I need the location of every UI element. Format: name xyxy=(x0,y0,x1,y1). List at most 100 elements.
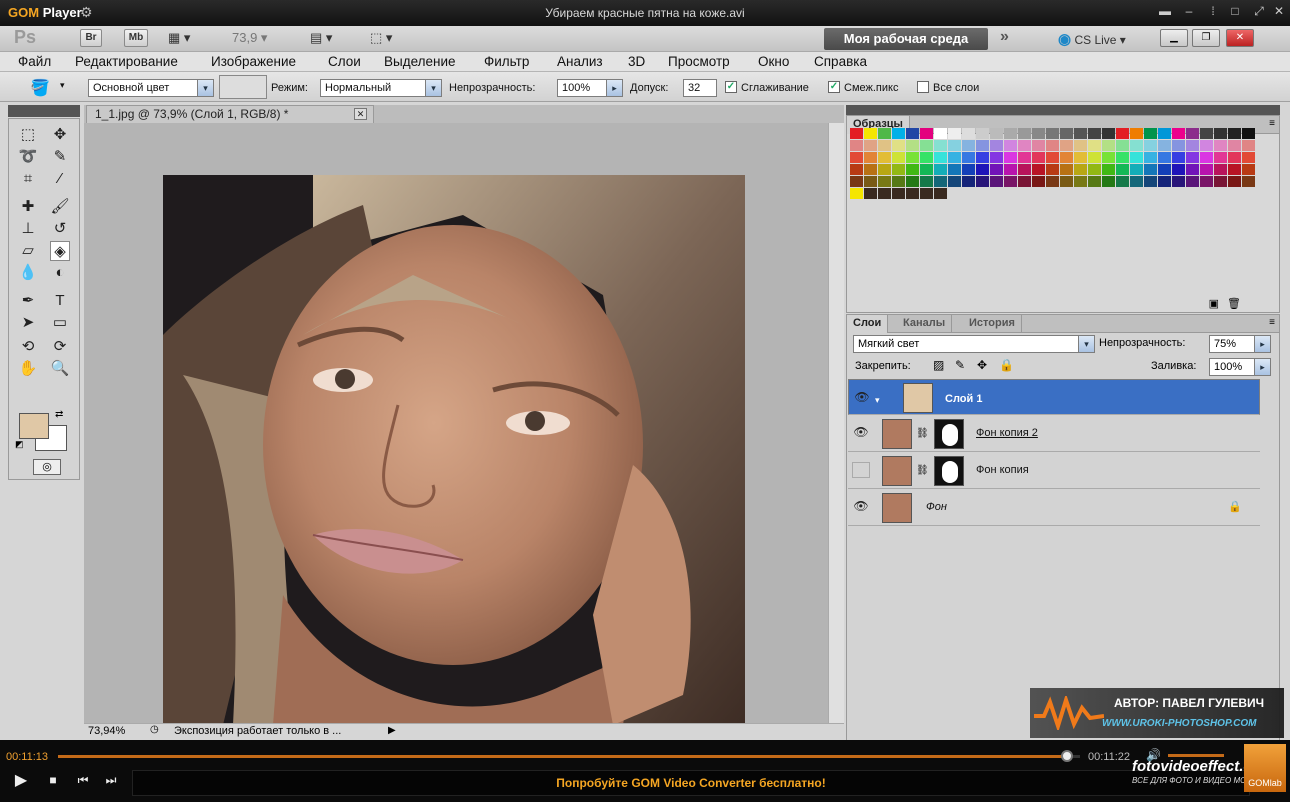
color-swatch[interactable] xyxy=(1046,152,1059,163)
color-swatch[interactable] xyxy=(948,164,961,175)
status-info-icon[interactable]: ◷ xyxy=(150,724,159,735)
lock-transparent-icon[interactable]: ▨ xyxy=(933,358,944,372)
color-swatch[interactable] xyxy=(1088,152,1101,163)
marquee-icon[interactable]: ⬚ xyxy=(18,125,38,145)
color-swatch[interactable] xyxy=(1158,152,1171,163)
tool-preset-chevron-icon[interactable]: ▾ xyxy=(60,80,65,91)
color-swatch[interactable] xyxy=(948,176,961,187)
tolerance-field[interactable]: 32 xyxy=(683,79,717,97)
color-swatch[interactable] xyxy=(1172,176,1185,187)
3d-rotate-icon[interactable]: ⟲ xyxy=(18,337,38,357)
color-swatch[interactable] xyxy=(1046,140,1059,151)
color-swatch[interactable] xyxy=(1144,176,1157,187)
color-swatch[interactable] xyxy=(1018,164,1031,175)
color-swatch[interactable] xyxy=(878,128,891,139)
color-swatch[interactable] xyxy=(864,140,877,151)
color-swatch[interactable] xyxy=(1018,140,1031,151)
history-brush-icon[interactable]: ↺ xyxy=(50,219,70,239)
color-swatch[interactable] xyxy=(1144,128,1157,139)
zoom-icon[interactable]: 🔍 xyxy=(50,359,70,379)
color-swatch[interactable] xyxy=(934,128,947,139)
color-swatch[interactable] xyxy=(1144,164,1157,175)
blur-icon[interactable]: 💧 xyxy=(18,263,38,283)
color-swatch[interactable] xyxy=(962,128,975,139)
color-swatch[interactable] xyxy=(1032,164,1045,175)
color-swatch[interactable] xyxy=(1032,128,1045,139)
foreground-color-swatch[interactable] xyxy=(19,413,49,439)
color-swatch[interactable] xyxy=(990,140,1003,151)
screen-mode-icon[interactable]: ⬚ ▾ xyxy=(370,30,392,46)
gomlab-button[interactable]: GOMlab xyxy=(1244,744,1286,792)
color-swatch[interactable] xyxy=(920,128,933,139)
color-swatch[interactable] xyxy=(878,176,891,187)
color-swatch[interactable] xyxy=(948,128,961,139)
color-swatch[interactable] xyxy=(934,152,947,163)
hand-icon[interactable]: ✋ xyxy=(18,359,38,379)
menu-edit[interactable]: Редактирование xyxy=(75,54,178,69)
ps-minimize-button[interactable]: ▁ xyxy=(1160,29,1188,47)
color-swatch[interactable] xyxy=(1088,128,1101,139)
color-swatch[interactable] xyxy=(850,140,863,151)
contiguous-checkbox[interactable]: ✓ xyxy=(828,81,840,93)
color-swatch[interactable] xyxy=(976,176,989,187)
color-swatch[interactable] xyxy=(1200,164,1213,175)
color-swatch[interactable] xyxy=(1130,152,1143,163)
color-swatch[interactable] xyxy=(864,128,877,139)
color-swatch[interactable] xyxy=(990,176,1003,187)
color-swatch[interactable] xyxy=(1228,128,1241,139)
document-tab[interactable]: 1_1.jpg @ 73,9% (Слой 1, RGB/8) * ✕ xyxy=(86,105,374,123)
pin-icon[interactable]: ▬ xyxy=(1154,4,1176,20)
layer-row[interactable]: 👁 ⛓ Фон копия 2 xyxy=(848,416,1260,452)
color-swatch[interactable] xyxy=(892,152,905,163)
color-swatch[interactable] xyxy=(1186,176,1199,187)
color-swatch[interactable] xyxy=(1102,164,1115,175)
color-swatch[interactable] xyxy=(962,176,975,187)
color-swatch[interactable] xyxy=(1074,128,1087,139)
color-swatch[interactable] xyxy=(1172,152,1185,163)
color-swatch[interactable] xyxy=(1004,128,1017,139)
all-layers-checkbox[interactable] xyxy=(917,81,929,93)
visibility-eye-icon[interactable]: 👁 xyxy=(853,389,871,405)
color-swatch[interactable] xyxy=(1214,164,1227,175)
dodge-icon[interactable]: ◐ xyxy=(50,263,70,283)
opacity-field[interactable]: 100% ▸ xyxy=(557,79,623,97)
color-swatch[interactable] xyxy=(1032,176,1045,187)
color-swatch[interactable] xyxy=(864,188,877,199)
color-swatch[interactable] xyxy=(892,128,905,139)
color-swatch[interactable] xyxy=(962,152,975,163)
volume-slider[interactable] xyxy=(1168,754,1224,757)
workspace-button[interactable]: Моя рабочая среда xyxy=(824,28,988,50)
color-swatch[interactable] xyxy=(906,188,919,199)
vertical-scrollbar[interactable] xyxy=(828,123,844,723)
lock-all-icon[interactable]: 🔒 xyxy=(999,358,1014,372)
color-swatch[interactable] xyxy=(906,152,919,163)
panel-dock-header[interactable] xyxy=(846,105,1280,115)
layer-row[interactable]: 👁 ▾ Слой 1 xyxy=(848,379,1260,415)
visibility-eye-icon[interactable]: 👁 xyxy=(852,499,870,515)
lock-pixels-icon[interactable]: ✎ xyxy=(955,358,965,372)
color-swatch[interactable] xyxy=(1032,140,1045,151)
color-swatch[interactable] xyxy=(892,188,905,199)
color-swatch[interactable] xyxy=(1242,164,1255,175)
paint-bucket-tool-icon[interactable]: ◈ xyxy=(50,241,70,261)
color-swatch[interactable] xyxy=(1074,176,1087,187)
color-swatch[interactable] xyxy=(1046,164,1059,175)
color-swatch[interactable] xyxy=(892,140,905,151)
zoom-status[interactable]: 73,94% xyxy=(88,725,125,737)
color-swatch[interactable] xyxy=(892,164,905,175)
panel-menu-icon[interactable]: ≡ xyxy=(1269,118,1275,129)
lock-position-icon[interactable]: ✥ xyxy=(977,358,987,372)
color-swatch[interactable] xyxy=(1102,176,1115,187)
color-swatch[interactable] xyxy=(1060,164,1073,175)
color-swatch[interactable] xyxy=(1158,128,1171,139)
color-swatch[interactable] xyxy=(1074,140,1087,151)
color-swatch[interactable] xyxy=(1116,176,1129,187)
color-swatch[interactable] xyxy=(1102,152,1115,163)
color-swatch[interactable] xyxy=(1004,152,1017,163)
color-swatch[interactable] xyxy=(1144,152,1157,163)
arrange-documents-icon[interactable]: ▤ ▾ xyxy=(310,30,332,46)
color-swatch[interactable] xyxy=(878,188,891,199)
color-swatch[interactable] xyxy=(878,164,891,175)
color-swatch[interactable] xyxy=(962,140,975,151)
color-swatch[interactable] xyxy=(1130,164,1143,175)
